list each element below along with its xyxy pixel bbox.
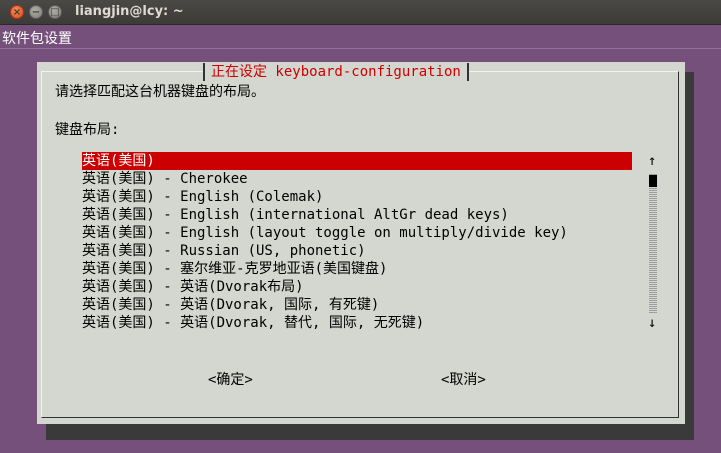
ok-button[interactable]: <确定> xyxy=(208,369,253,389)
config-dialog: 正在设定 keyboard-configuration 请选择匹配这台机器键盘的… xyxy=(37,62,685,424)
scroll-down-arrow-icon[interactable]: ↓ xyxy=(648,315,656,331)
scroll-up-arrow-icon[interactable]: ↑ xyxy=(648,153,656,169)
list-item[interactable]: 英语(美国) - 英语(Dvorak布局) xyxy=(82,278,632,296)
list-item[interactable]: 英语(美国) - 英语(Dvorak, 国际, 有死键) xyxy=(82,296,632,314)
window-title: liangjin@lcy: ~ xyxy=(75,4,184,19)
list-item[interactable]: 英语(美国) - English (Colemak) xyxy=(82,188,632,206)
dialog-title: 正在设定 keyboard-configuration xyxy=(203,63,469,81)
list-item[interactable]: 英语(美国) - English (layout toggle on multi… xyxy=(82,224,632,242)
cancel-button[interactable]: <取消> xyxy=(441,369,486,389)
backtitle: 软件包设置 xyxy=(2,31,72,47)
list-item[interactable]: 英语(美国) - English (international AltGr de… xyxy=(82,206,632,224)
maximize-icon[interactable]: □ xyxy=(48,5,62,19)
backtitle-divider xyxy=(0,48,721,49)
list-item[interactable]: 英语(美国) - 塞尔维亚-克罗地亚语(美国键盘) xyxy=(82,260,632,278)
list-label: 键盘布局: xyxy=(55,122,120,138)
list-item[interactable]: 英语(美国) xyxy=(82,152,632,170)
scrollbar-track[interactable] xyxy=(649,174,657,314)
list-item[interactable]: 英语(美国) - Cherokee xyxy=(82,170,632,188)
close-icon[interactable]: × xyxy=(10,5,24,19)
minimize-icon[interactable]: − xyxy=(29,5,43,19)
window-titlebar: × − □ liangjin@lcy: ~ xyxy=(0,0,721,25)
list-item[interactable]: 英语(美国) - 英语(Dvorak, 替代, 国际, 无死键) xyxy=(82,314,632,332)
list-item[interactable]: 英语(美国) - Russian (US, phonetic) xyxy=(82,242,632,260)
scrollbar-thumb[interactable] xyxy=(649,175,657,187)
layout-list[interactable]: 英语(美国) 英语(美国) - Cherokee 英语(美国) - Englis… xyxy=(82,152,632,332)
dialog-prompt: 请选择匹配这台机器键盘的布局。 xyxy=(55,84,265,100)
